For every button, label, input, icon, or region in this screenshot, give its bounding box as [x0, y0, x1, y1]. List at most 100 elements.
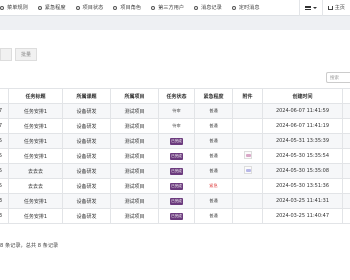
col-header-topic[interactable]: 所属课题 [62, 88, 111, 104]
toolbar-button-1[interactable] [0, 48, 12, 61]
home-icon [327, 5, 333, 10]
row-extra [342, 148, 350, 164]
nav-item-urgency[interactable]: 紧急程度 [33, 0, 71, 16]
row-extra [342, 103, 350, 119]
row-id: 7 [0, 118, 9, 134]
toolbar: 批量 [0, 48, 38, 61]
table-row[interactable]: 3任务安排1设备研发测试项目 已完成 普通 2024-03-25 11:40:47 [0, 208, 350, 224]
nav-item-scheduled-message[interactable]: 定时消息 [227, 0, 265, 16]
created-time: 2024-06-07 11:41:59 [262, 103, 343, 119]
priority-label: 普通 [209, 213, 218, 218]
priority-cell: 普通 [194, 163, 233, 179]
task-title: 去去去 [8, 178, 63, 194]
nav-item-project-status[interactable]: 项目状态 [71, 0, 109, 16]
circle-icon [231, 5, 236, 10]
status-badge: 已完成 [169, 197, 184, 205]
table-row[interactable]: 5去去去设备研发测试项目 已完成 普通 2024-05-30 15:35:08 [0, 163, 350, 179]
table-row[interactable]: 7任务安排1设备研发测试项目 待审 普通 2024-06-07 11:41:19 [0, 118, 350, 134]
row-id: 5 [0, 133, 9, 149]
priority-cell: 紧急 [194, 178, 233, 194]
priority-label: 普通 [209, 123, 218, 128]
priority-label: 普通 [209, 108, 218, 113]
row-id: 5 [0, 178, 9, 194]
task-topic: 设备研发 [62, 103, 111, 119]
nav-item-message-log[interactable]: 消息记录 [189, 0, 227, 16]
status-cell: 已完成 [158, 178, 195, 194]
priority-label: 普通 [209, 198, 218, 203]
priority-cell: 普通 [194, 118, 233, 134]
nav-item-project-role[interactable]: 项目角色 [108, 0, 146, 16]
created-time: 2024-03-25 11:41:31 [262, 193, 343, 209]
search-input[interactable]: 搜索 [326, 72, 350, 83]
status-badge: 已完成 [169, 152, 184, 160]
table-row[interactable]: 5去去去设备研发测试项目 已完成 紧急 2024-05-30 13:51:36 [0, 178, 350, 194]
row-extra [342, 133, 350, 149]
attachment-thumbnail[interactable] [243, 166, 252, 174]
table-row[interactable]: 7任务安排1设备研发测试项目 待审 普通 2024-06-07 11:41:59 [0, 103, 350, 119]
table-row[interactable]: 5任务安排1设备研发测试项目 已完成 普通 2024-05-31 13:35:39 [0, 133, 350, 149]
status-cell: 已完成 [158, 133, 195, 149]
status-cell: 已完成 [158, 148, 195, 164]
circle-icon [75, 5, 80, 10]
col-header-title[interactable]: 任务标题 [8, 88, 63, 104]
col-header-project[interactable]: 所属项目 [110, 88, 159, 104]
col-header-status[interactable]: 任务状态 [158, 88, 195, 104]
attachment-cell [232, 178, 263, 194]
attachment-cell [232, 133, 263, 149]
row-id: 5 [0, 148, 9, 164]
row-extra [342, 118, 350, 134]
created-time: 2024-06-07 11:41:19 [262, 118, 343, 134]
attachment-cell [232, 103, 263, 119]
task-topic: 设备研发 [62, 148, 111, 164]
created-time: 2024-05-30 15:35:08 [262, 163, 343, 179]
status-badge: 待审 [172, 108, 181, 113]
task-project: 测试项目 [110, 163, 159, 179]
nav-right-tools: 主页 [298, 0, 350, 16]
status-cell: 已完成 [158, 163, 195, 179]
batch-button[interactable]: 批量 [15, 48, 38, 61]
circle-icon [113, 5, 118, 10]
status-cell: 已完成 [158, 208, 195, 224]
table-row[interactable]: 5任务安排1设备研发测试项目 已完成 普通 2024-05-30 15:35:54 [0, 148, 350, 164]
task-topic: 设备研发 [62, 178, 111, 194]
col-header-created[interactable]: 创建时间 [262, 88, 343, 104]
circle-icon [151, 5, 156, 10]
nav-item-menu-rules[interactable]: 菜单规则 [0, 0, 33, 16]
task-title: 任务安排1 [8, 208, 63, 224]
row-id: 7 [0, 103, 9, 119]
task-topic: 设备研发 [62, 193, 111, 209]
task-project: 测试项目 [110, 103, 159, 119]
row-id: 3 [0, 208, 9, 224]
chevron-down-icon [312, 6, 317, 9]
row-extra [342, 163, 350, 179]
priority-label: 紧急 [209, 183, 218, 188]
row-extra [342, 178, 350, 194]
created-time: 2024-05-31 13:35:39 [262, 133, 343, 149]
menu-dropdown-button[interactable] [298, 0, 322, 16]
attachment-cell [232, 148, 263, 164]
task-title: 任务安排1 [8, 148, 63, 164]
attachment-thumbnail[interactable] [243, 151, 252, 159]
menu-icon [304, 5, 311, 10]
col-header-priority[interactable]: 紧急程度 [194, 88, 233, 104]
task-topic: 设备研发 [62, 118, 111, 134]
task-project: 测试项目 [110, 193, 159, 209]
status-cell: 已完成 [158, 193, 195, 209]
status-badge: 已完成 [169, 167, 184, 175]
circle-icon [0, 5, 4, 10]
task-title: 任务安排1 [8, 133, 63, 149]
task-project: 测试项目 [110, 133, 159, 149]
attachment-cell [232, 163, 263, 179]
table-row[interactable]: 3任务安排1设备研发测试项目 已完成 普通 2024-03-25 11:41:31 [0, 193, 350, 209]
task-topic: 设备研发 [62, 208, 111, 224]
task-title: 任务安排1 [8, 118, 63, 134]
priority-cell: 普通 [194, 148, 233, 164]
row-extra [342, 208, 350, 224]
col-header-attachment[interactable]: 附件 [232, 88, 263, 104]
task-project: 测试项目 [110, 148, 159, 164]
home-button[interactable]: 主页 [321, 0, 350, 16]
col-header-id [0, 88, 9, 104]
task-topic: 设备研发 [62, 133, 111, 149]
priority-label: 普通 [209, 168, 218, 173]
nav-item-third-party-user[interactable]: 第三方用户 [146, 0, 189, 16]
